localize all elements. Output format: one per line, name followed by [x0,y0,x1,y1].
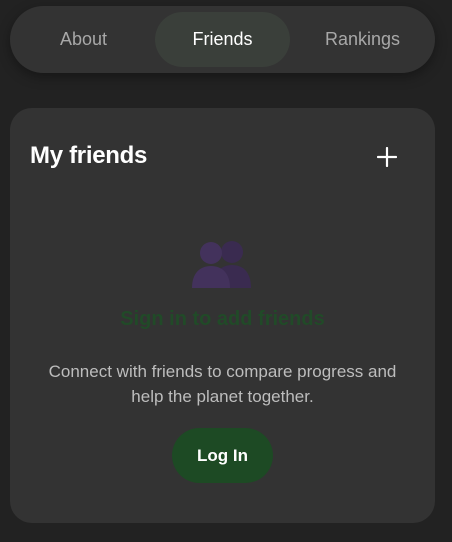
friends-card: My friends Sign in to add friends Connec… [10,108,435,523]
friends-card-title: My friends [30,142,148,169]
login-button[interactable]: Log In [172,428,273,483]
add-friend-button[interactable] [370,140,404,174]
tab-about[interactable]: About [20,12,147,67]
sign-in-heading: Sign in to add friends [120,308,325,330]
tab-rankings[interactable]: Rankings [299,12,426,67]
tab-friends[interactable]: Friends [155,12,290,67]
people-silhouette-icon [192,241,251,288]
tab-bar: About Friends Rankings [10,6,435,73]
plus-icon [377,147,397,167]
empty-state-description: Connect with friends to compare progress… [48,362,397,406]
